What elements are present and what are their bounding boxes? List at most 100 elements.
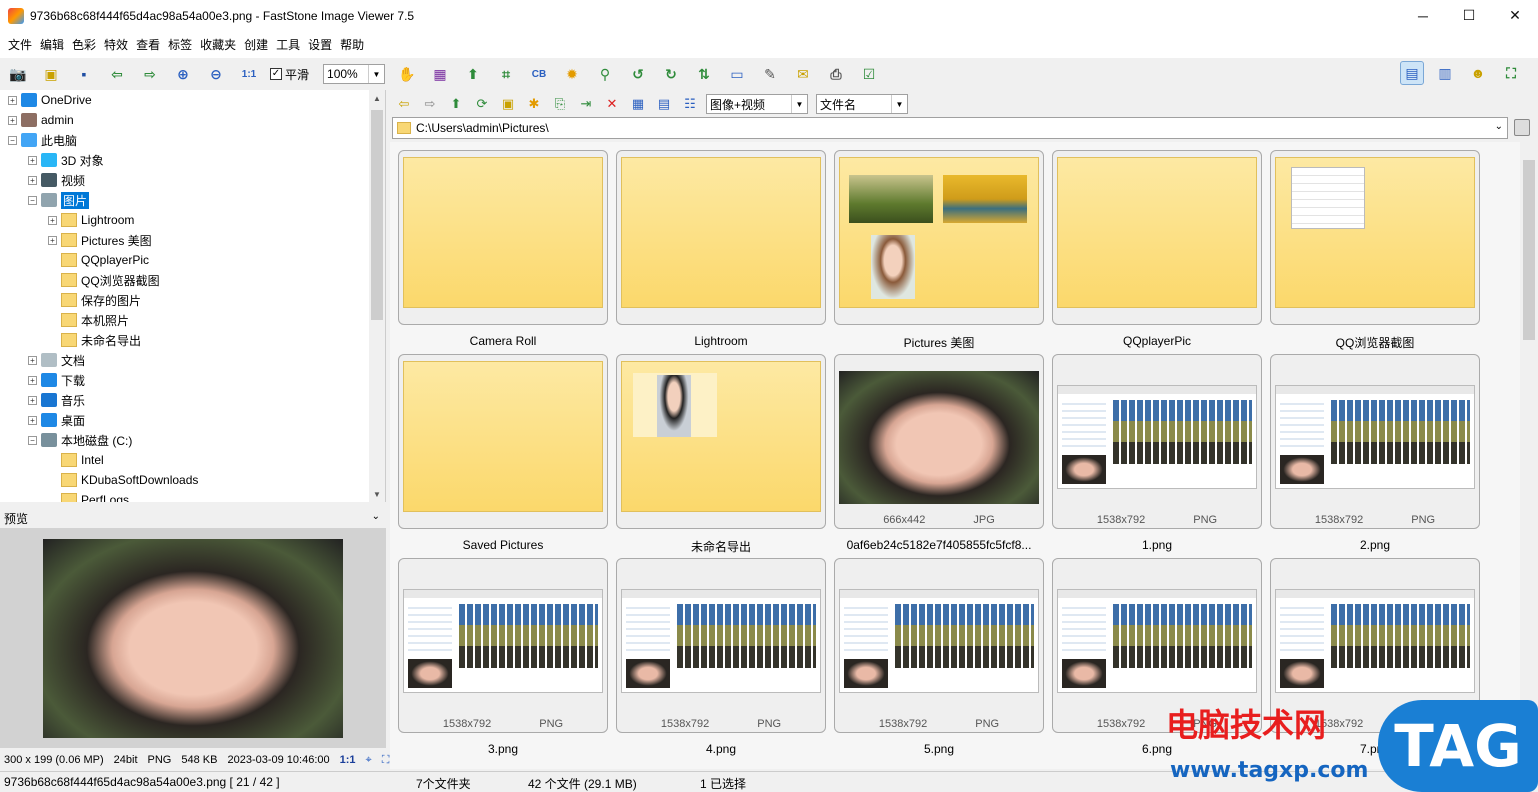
expand-icon[interactable]: + (28, 415, 37, 425)
tree-item[interactable]: + Lightroom (48, 210, 134, 230)
chevron-down-icon[interactable]: ▼ (891, 95, 907, 113)
thumbnail-scrollbar[interactable] (1520, 142, 1538, 769)
scroll-down-icon[interactable]: ▼ (369, 486, 385, 502)
thumbnail-frame[interactable]: 1538x792 PNG (398, 558, 608, 733)
tree-item[interactable]: + 音乐 (28, 390, 85, 410)
print-icon[interactable]: ⎙ (824, 62, 848, 86)
prev-image-icon[interactable]: ⇦ (105, 62, 129, 86)
thumbnail-item[interactable]: 1538x792 PNG 5.png (834, 558, 1044, 756)
thumbnail-item[interactable]: 未命名导出 (616, 354, 826, 555)
menu-create[interactable]: 创建 (240, 36, 272, 53)
expand-icon[interactable]: + (28, 395, 37, 405)
thumbnail-frame[interactable]: 1538x792 PNG (834, 558, 1044, 733)
forward-icon[interactable]: ⇨ (420, 94, 440, 114)
crosshair-icon[interactable]: ⌖ (366, 754, 372, 767)
thumbnail-frame[interactable] (398, 354, 608, 529)
thumbnail-frame[interactable] (616, 354, 826, 529)
tree-scroll-thumb[interactable] (371, 110, 383, 320)
zoom-out-icon[interactable]: ⊖ (204, 62, 228, 86)
thumbnail-frame[interactable] (398, 150, 608, 325)
preview-ratio[interactable]: 1:1 (340, 754, 356, 766)
menu-effects[interactable]: 特效 (100, 36, 132, 53)
zoom-in-icon[interactable]: ⊕ (171, 62, 195, 86)
open-folder-icon[interactable]: ▣ (39, 62, 63, 86)
menu-favorites[interactable]: 收藏夹 (196, 36, 240, 53)
move-to-icon[interactable]: ⇥ (576, 94, 596, 114)
layout-preview-icon[interactable]: ▥ (1433, 61, 1457, 85)
thumbnail-frame[interactable]: 666x442 JPG (834, 354, 1044, 529)
settings-icon[interactable]: ☑ (857, 62, 881, 86)
tree-item[interactable]: KDubaSoftDownloads (48, 470, 198, 490)
tree-item[interactable]: QQ浏览器截图 (48, 270, 160, 290)
import-icon[interactable]: ⬆ (461, 62, 485, 86)
tree-item[interactable]: + OneDrive (8, 90, 92, 110)
crop-icon[interactable]: ⌗ (494, 62, 518, 86)
thumbnail-item[interactable]: 1538x792 PNG 1.png (1052, 354, 1262, 552)
close-button[interactable]: ✕ (1492, 0, 1538, 31)
tree-item[interactable]: + 下载 (28, 370, 85, 390)
tree-item[interactable]: PerfLogs (48, 490, 129, 502)
tree-item[interactable]: 未命名导出 (48, 330, 141, 350)
list-view-icon[interactable]: ▤ (654, 94, 674, 114)
menu-settings[interactable]: 设置 (304, 36, 336, 53)
thumbnail-frame[interactable]: 1538x792 PNG (1270, 354, 1480, 529)
fit-screen-icon[interactable]: ⛶ (382, 754, 390, 767)
expand-icon[interactable]: + (8, 115, 17, 125)
tree-item[interactable]: + 桌面 (28, 410, 85, 430)
tree-item[interactable]: − 本地磁盘 (C:) (28, 430, 132, 450)
layout-person-icon[interactable]: ☻ (1466, 61, 1490, 85)
menu-edit[interactable]: 编辑 (36, 36, 68, 53)
color-adjust-icon[interactable]: CB (527, 62, 551, 86)
chevron-down-icon[interactable]: ▼ (791, 95, 807, 113)
chevron-down-icon[interactable]: ⌄ (1495, 121, 1503, 132)
tree-item[interactable]: − 图片 (28, 190, 90, 210)
thumbnail-frame[interactable] (834, 150, 1044, 325)
trash-icon[interactable] (1514, 119, 1530, 136)
tree-item[interactable]: 本机照片 (48, 310, 129, 330)
new-folder-icon[interactable]: ▣ (498, 94, 518, 114)
chevron-down-icon[interactable]: ⌄ (372, 511, 380, 522)
thumbnail-frame[interactable]: 1538x792 PNG (1052, 354, 1262, 529)
menu-colors[interactable]: 色彩 (68, 36, 100, 53)
thumbnail-item[interactable]: 666x442 JPG 0af6eb24c5182e7f405855fc5fcf8.… (834, 354, 1044, 552)
flip-icon[interactable]: ⇅ (692, 62, 716, 86)
expand-icon[interactable]: + (48, 235, 57, 245)
delete-icon[interactable]: ✕ (602, 94, 622, 114)
rotate-left-icon[interactable]: ↺ (626, 62, 650, 86)
thumbnail-frame[interactable] (1270, 150, 1480, 325)
brightness-icon[interactable]: ✹ (560, 62, 584, 86)
thumbnail-frame[interactable] (616, 150, 826, 325)
actual-size-icon[interactable]: 1:1 (237, 62, 261, 86)
thumbnail-item[interactable]: 1538x792 PNG 3.png (398, 558, 608, 756)
preview-image[interactable] (43, 539, 343, 738)
tree-item[interactable]: + Pictures 美图 (48, 230, 152, 250)
thumbnail-frame[interactable]: 1538x792 PNG (616, 558, 826, 733)
rotate-right-icon[interactable]: ↻ (659, 62, 683, 86)
thumbnails-view-icon[interactable]: ▦ (628, 94, 648, 114)
save-icon[interactable]: ▪ (72, 62, 96, 86)
email-icon[interactable]: ✉ (791, 62, 815, 86)
tree-item[interactable]: QQplayerPic (48, 250, 149, 270)
expand-icon[interactable]: + (8, 95, 17, 105)
expand-icon[interactable]: + (28, 175, 37, 185)
zoom-select[interactable]: 100% ▼ (323, 64, 386, 84)
menu-view[interactable]: 查看 (132, 36, 164, 53)
thumbnail-item[interactable]: Pictures 美图 (834, 150, 1044, 351)
path-input[interactable]: C:\Users\admin\Pictures\ ⌄ (392, 117, 1508, 139)
collapse-icon[interactable]: − (28, 435, 37, 445)
collapse-icon[interactable]: − (8, 135, 17, 145)
expand-icon[interactable]: + (28, 355, 37, 365)
scroll-up-icon[interactable]: ▲ (369, 90, 385, 106)
details-view-icon[interactable]: ☷ (680, 94, 700, 114)
folder-up-icon[interactable]: ⬆ (446, 94, 466, 114)
tree-item[interactable]: +3D 对象 (28, 150, 104, 170)
stamp-icon[interactable]: ⚲ (593, 62, 617, 86)
copy-to-icon[interactable]: ⎘ (550, 94, 570, 114)
thumbnail-item[interactable]: QQplayerPic (1052, 150, 1262, 348)
filter-select[interactable]: 图像+视频 ▼ (706, 94, 808, 114)
thumbnail-item[interactable]: Lightroom (616, 150, 826, 348)
next-image-icon[interactable]: ⇨ (138, 62, 162, 86)
camera-icon[interactable]: 📷 (6, 62, 30, 86)
thumbnail-item[interactable]: Camera Roll (398, 150, 608, 348)
fullscreen-icon[interactable]: ⛶ (1499, 61, 1523, 85)
